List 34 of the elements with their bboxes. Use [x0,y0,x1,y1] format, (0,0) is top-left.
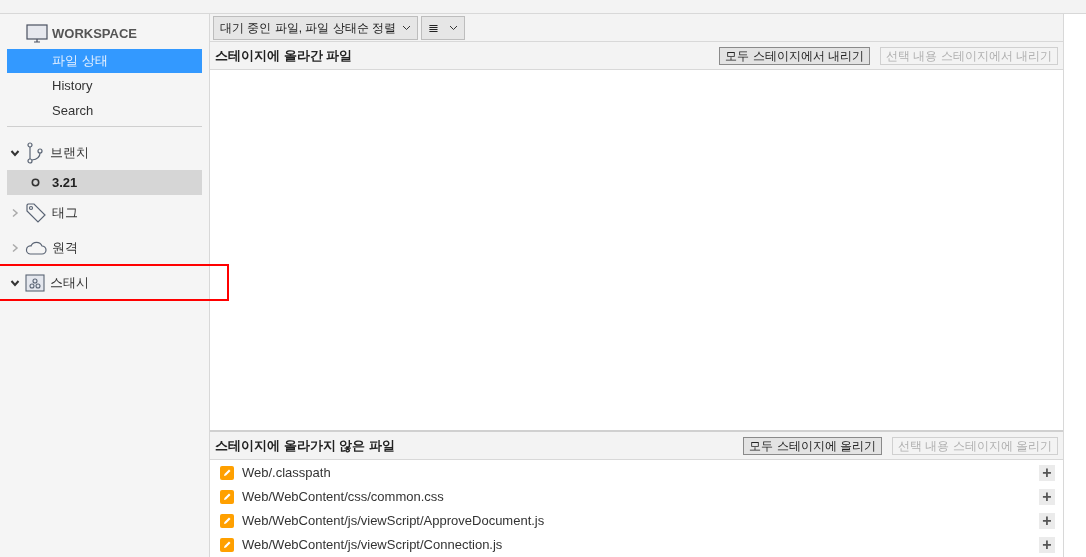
sidebar-item[interactable]: Search [7,98,202,123]
stage-file-button[interactable]: + [1039,489,1055,505]
pencil-icon [220,490,234,504]
stash-icon [25,273,45,292]
branch-icon [25,141,45,164]
pencil-icon [220,466,234,480]
branch-label: 3.21 [52,173,78,192]
section-label[interactable]: 브랜치 [50,142,89,163]
file-path[interactable]: Web/.classpath [242,463,331,483]
section-label[interactable]: 스태시 [50,272,89,293]
pencil-icon [220,538,234,552]
all-button[interactable]: 모두 스테이지에 올리기 [743,436,882,455]
workspace-label: WORKSPACE [52,25,137,44]
view-dropdown[interactable]: ≣ [421,15,465,40]
all-button[interactable]: 모두 스테이지에서 내리기 [719,46,870,65]
caret-icon [449,24,458,31]
monitor-icon [26,24,48,44]
stage-file-button[interactable]: + [1039,513,1055,529]
branch-item[interactable]: 3.21 [7,170,202,195]
section-label[interactable]: 원격 [52,237,78,258]
cloud-icon [25,239,47,256]
panel-title: 스테이지에 올라간 파일 [215,46,353,65]
sidebar-item[interactable]: History [7,73,202,98]
file-path[interactable]: Web/WebContent/css/common.css [242,487,444,507]
pencil-icon [220,514,234,528]
file-path[interactable]: Web/WebContent/js/viewScript/ApproveDocument.js [242,511,545,531]
stage-file-button[interactable]: + [1039,465,1055,481]
section-label[interactable]: 태그 [52,202,78,223]
panel-title: 스테이지에 올라가지 않은 파일 [215,436,395,455]
tag-icon [25,201,47,224]
caret-icon [402,24,411,31]
sort-dropdown[interactable]: 대기 중인 파일, 파일 상태순 정렬 [213,15,418,40]
file-path[interactable]: Web/WebContent/js/viewScript/Connection.js [242,535,503,555]
stage-file-button[interactable]: + [1039,537,1055,553]
